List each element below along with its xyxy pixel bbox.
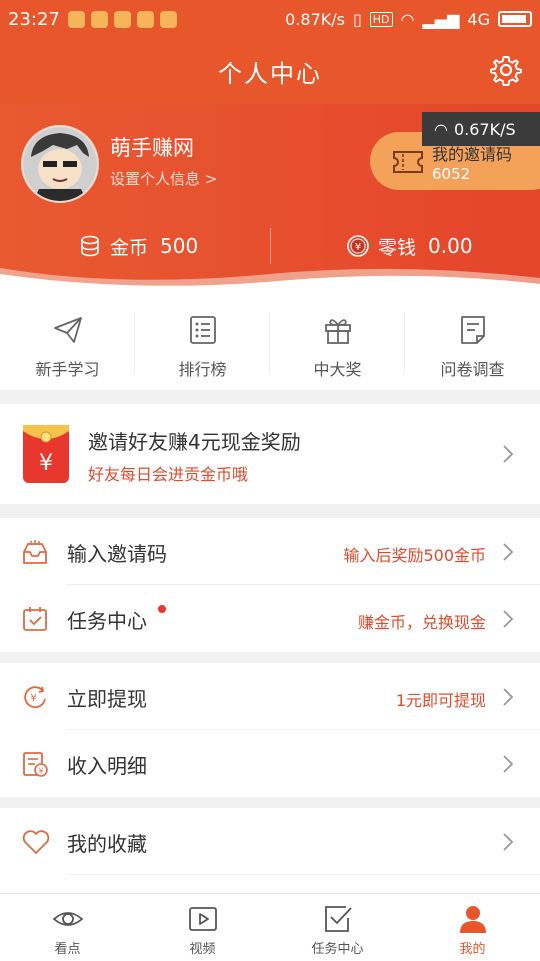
avatar-image bbox=[23, 127, 97, 201]
menu-hint: 输入后奖励500金币 bbox=[343, 546, 486, 565]
notification-icons bbox=[67, 10, 177, 28]
tab-label: 看点 bbox=[54, 942, 81, 957]
quick-action-label: 问卷调查 bbox=[440, 360, 505, 379]
status-bar: 23:27 0.87K/s ▯ HD ◠ ▂▄▆ 4G bbox=[0, 0, 540, 38]
wifi-icon: ◠ bbox=[400, 9, 415, 29]
notification-icon bbox=[90, 10, 108, 28]
chevron-right-icon bbox=[503, 543, 514, 561]
gear-icon[interactable] bbox=[490, 54, 522, 86]
hd-badge: HD bbox=[369, 11, 393, 27]
status-time: 23:27 bbox=[8, 8, 60, 30]
bottom-tab-bar: 看点 视频 任务中心 我的 bbox=[0, 893, 540, 961]
tab-label: 视频 bbox=[189, 942, 216, 957]
menu-row-favorites[interactable]: 我的收藏 bbox=[0, 808, 540, 875]
menu-row-task-center[interactable]: 任务中心 赚金币，兑换现金 bbox=[0, 585, 540, 652]
notification-icon bbox=[136, 10, 154, 28]
network-type: 4G bbox=[467, 9, 490, 29]
vibrate-icon: ▯ bbox=[352, 9, 362, 29]
battery-icon bbox=[498, 11, 532, 27]
banner-subtitle: 好友每日会进贡金币哦 bbox=[88, 465, 249, 484]
svg-text:¥: ¥ bbox=[39, 451, 53, 476]
red-packet-icon: ¥ bbox=[23, 425, 69, 483]
svg-text:¥: ¥ bbox=[38, 767, 43, 776]
menu-hint: 1元即可提现 bbox=[395, 691, 486, 710]
speed-overlay-text: 0.67K/S bbox=[453, 119, 516, 139]
chevron-right-icon bbox=[503, 688, 514, 706]
quick-action-label: 中大奖 bbox=[313, 360, 362, 379]
paper-plane-icon bbox=[53, 317, 82, 343]
chevron-right-icon bbox=[503, 610, 514, 628]
notification-icon bbox=[67, 10, 85, 28]
receipt-icon: ¥ bbox=[23, 752, 48, 777]
quick-action-leaderboard[interactable]: 排行榜 bbox=[135, 294, 270, 390]
invite-friends-banner[interactable]: ¥ 邀请好友赚4元现金奖励 好友每日会进贡金币哦 bbox=[0, 404, 540, 504]
quick-action-survey[interactable]: 问卷调查 bbox=[405, 294, 540, 390]
quick-actions: 新手学习 排行榜 中大奖 问卷调查 bbox=[0, 294, 540, 390]
menu-label: 立即提现 bbox=[67, 687, 147, 711]
gift-icon bbox=[324, 319, 351, 344]
quick-action-label: 新手学习 bbox=[35, 360, 100, 379]
quick-action-prize[interactable]: 中大奖 bbox=[270, 294, 405, 390]
quick-action-label: 排行榜 bbox=[178, 360, 227, 379]
avatar[interactable] bbox=[21, 125, 99, 203]
list-icon bbox=[189, 316, 216, 344]
svg-text:¥: ¥ bbox=[30, 693, 36, 704]
heart-icon bbox=[22, 830, 50, 854]
wifi-icon: ◠ bbox=[434, 119, 448, 139]
menu-label: 我的收藏 bbox=[67, 832, 147, 856]
notification-icon bbox=[159, 10, 177, 28]
network-speed-overlay: ◠ 0.67K/S bbox=[422, 112, 540, 146]
tab-mine[interactable]: 我的 bbox=[405, 894, 540, 961]
page-title: 个人中心 bbox=[218, 59, 322, 88]
ticket-icon bbox=[393, 151, 423, 173]
svg-text:¥: ¥ bbox=[355, 242, 361, 253]
net-speed: 0.87K/s bbox=[285, 9, 345, 29]
menu-hint: 赚金币，兑换现金 bbox=[357, 613, 486, 632]
tab-discover[interactable]: 看点 bbox=[0, 894, 135, 961]
chevron-right-icon bbox=[503, 755, 514, 773]
calendar-check-icon bbox=[23, 607, 47, 631]
menu-row-income-details[interactable]: ¥ 收入明细 bbox=[0, 730, 540, 797]
edit-profile-link[interactable]: 设置个人信息 > bbox=[110, 168, 217, 189]
banner-title: 邀请好友赚4元现金奖励 bbox=[88, 430, 301, 454]
video-icon bbox=[188, 907, 217, 931]
menu-row-enter-invite-code[interactable]: 输入邀请码 输入后奖励500金币 bbox=[0, 518, 540, 585]
menu-row-withdraw[interactable]: ¥ 立即提现 1元即可提现 bbox=[0, 663, 540, 730]
person-icon bbox=[459, 906, 486, 933]
menu-label: 任务中心 bbox=[67, 609, 147, 633]
hero-wave bbox=[0, 268, 540, 294]
app-header: 个人中心 bbox=[0, 38, 540, 104]
chevron-right-icon bbox=[503, 445, 514, 463]
quick-action-beginner[interactable]: 新手学习 bbox=[0, 294, 135, 390]
chevron-right-icon bbox=[503, 833, 514, 851]
tab-label: 我的 bbox=[459, 942, 486, 957]
withdraw-icon: ¥ bbox=[24, 686, 46, 709]
tab-video[interactable]: 视频 bbox=[135, 894, 270, 961]
tab-label: 任务中心 bbox=[311, 942, 364, 957]
task-check-icon bbox=[324, 906, 352, 932]
tab-task-center[interactable]: 任务中心 bbox=[270, 894, 405, 961]
menu-section-money: ¥ 立即提现 1元即可提现 ¥ 收入明细 bbox=[0, 663, 540, 797]
inbox-icon bbox=[23, 540, 47, 564]
menu-label: 输入邀请码 bbox=[67, 542, 167, 566]
signal-icon: ▂▄▆ bbox=[422, 9, 460, 29]
invite-code-value: 6052 bbox=[432, 165, 471, 183]
eye-icon bbox=[52, 912, 83, 926]
notification-icon bbox=[113, 10, 131, 28]
menu-section-favorites: 我的收藏 bbox=[0, 808, 540, 893]
username: 萌手赚网 bbox=[110, 136, 194, 160]
menu-label: 收入明细 bbox=[67, 754, 147, 778]
notification-dot bbox=[158, 605, 166, 613]
menu-section-invite: 输入邀请码 输入后奖励500金币 任务中心 赚金币，兑换现金 bbox=[0, 518, 540, 652]
survey-icon bbox=[460, 316, 485, 344]
